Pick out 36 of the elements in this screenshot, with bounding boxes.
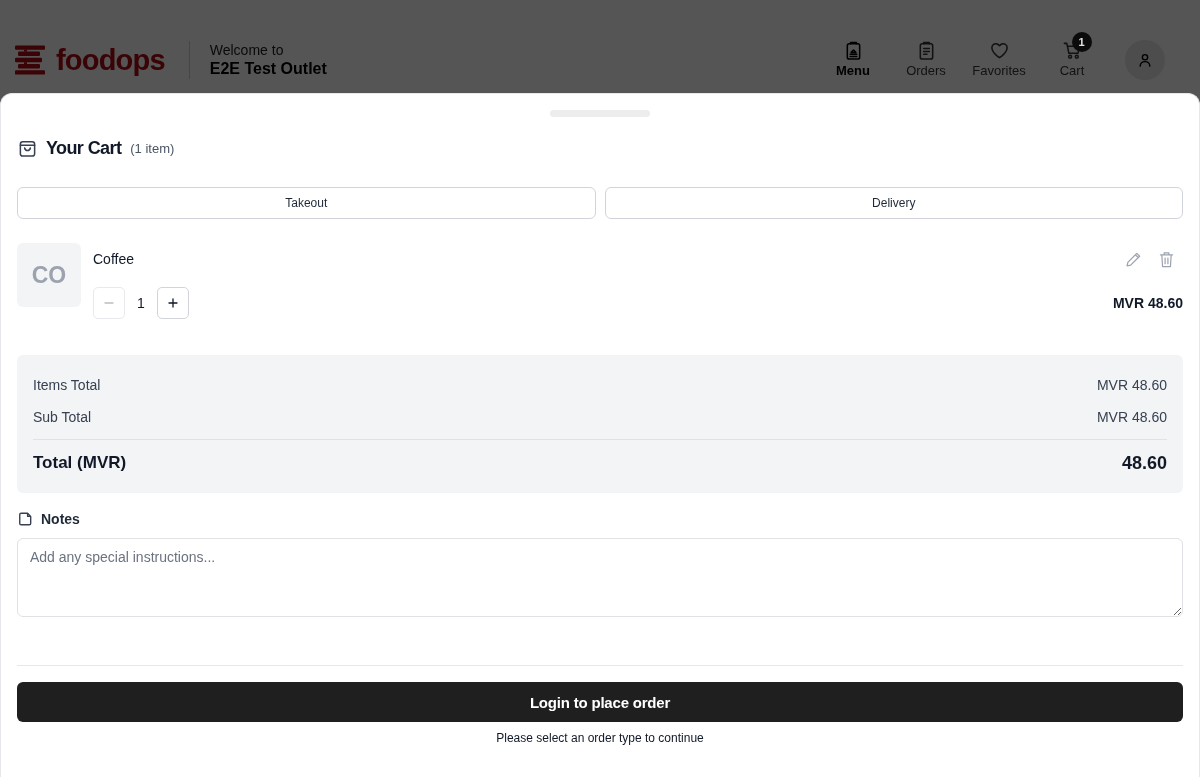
welcome-text: Welcome to: [209, 41, 285, 59]
quantity-value: 1: [136, 295, 146, 311]
outlet-name: E2E Test Outlet: [209, 59, 327, 79]
item-name: Coffee: [93, 250, 134, 268]
user-icon: [1138, 53, 1152, 67]
count-badge: 1: [1071, 32, 1092, 52]
heart-icon: [989, 41, 1009, 60]
increase-button[interactable]: [157, 287, 189, 319]
summary-value: MVR 48.60: [1096, 408, 1167, 427]
note-icon: [18, 512, 32, 526]
order-type-button[interactable]: Takeout: [17, 187, 596, 219]
notes-label: Notes: [41, 511, 80, 527]
login-button[interactable]: Login to place order: [17, 682, 1183, 722]
logo-wordmark: foodops: [56, 44, 165, 76]
pencil-icon: [1125, 250, 1142, 268]
item-price: MVR 48.60: [1112, 294, 1183, 312]
nav-tab[interactable]: 1 Cart: [1036, 31, 1108, 79]
edit-button[interactable]: [1125, 250, 1142, 268]
shopping-bag-icon: [18, 138, 37, 158]
summary-label: Items Total: [33, 376, 101, 395]
summary-label: Sub Total: [33, 408, 92, 427]
total-label: Total (MVR): [33, 452, 127, 474]
summary-value: MVR 48.60: [1096, 376, 1167, 395]
total-value: 48.60: [1121, 452, 1167, 475]
trash-icon: [1159, 250, 1174, 268]
notes-field[interactable]: Add any special instructions...: [17, 538, 1183, 617]
order-type-button[interactable]: Delivery: [604, 187, 1183, 219]
delete-button[interactable]: [1159, 250, 1174, 268]
minus-icon: [104, 302, 114, 304]
cart-title: Your Cart: [46, 137, 122, 159]
profile-button[interactable]: [1125, 40, 1165, 80]
order-type-hint: Please select an order type to continue: [495, 730, 705, 746]
item-count: (1 item): [130, 140, 175, 156]
plus-icon: [168, 298, 178, 308]
item-thumbnail: CO: [17, 243, 81, 307]
logo-icon: [15, 45, 46, 75]
